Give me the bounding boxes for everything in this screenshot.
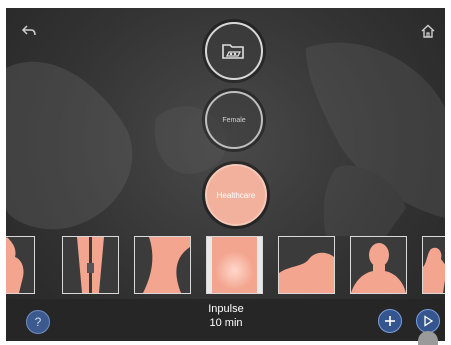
thumb-reclining[interactable] bbox=[278, 236, 335, 294]
plus-icon bbox=[385, 316, 395, 326]
thumb-body-pose[interactable] bbox=[6, 236, 35, 294]
thumb-partial[interactable] bbox=[422, 236, 445, 294]
body-silhouette-icon bbox=[6, 237, 34, 293]
touch-indicator bbox=[418, 331, 438, 345]
abdomen-icon bbox=[207, 237, 262, 293]
home-button[interactable] bbox=[417, 20, 439, 42]
help-button[interactable]: ? bbox=[26, 310, 50, 334]
waist-icon bbox=[135, 237, 190, 293]
folder-category-button[interactable] bbox=[205, 22, 263, 80]
thumb-abdomen[interactable] bbox=[206, 236, 263, 294]
program-name: Inpulse bbox=[208, 303, 244, 315]
folder-icon bbox=[222, 44, 244, 59]
help-label: ? bbox=[34, 315, 42, 329]
thumb-zipper[interactable] bbox=[62, 236, 119, 294]
play-button[interactable] bbox=[416, 309, 440, 333]
home-icon bbox=[421, 24, 435, 38]
play-icon bbox=[424, 315, 434, 327]
reclining-body-icon bbox=[279, 237, 334, 293]
app-screen: Female Healthcare ? Inpulse 10 min bbox=[6, 8, 445, 341]
back-arrow-icon bbox=[21, 25, 36, 36]
healthcare-category-button[interactable]: Healthcare bbox=[205, 164, 267, 226]
add-button[interactable] bbox=[378, 309, 402, 333]
head-shoulders-icon bbox=[351, 237, 406, 293]
program-thumbnail-strip[interactable] bbox=[6, 236, 445, 294]
thumb-head-shoulders[interactable] bbox=[350, 236, 407, 294]
back-button[interactable] bbox=[18, 20, 40, 42]
female-label: Female bbox=[222, 116, 246, 124]
bottom-control-bar: ? Inpulse 10 min bbox=[6, 299, 445, 341]
female-category-button[interactable]: Female bbox=[205, 91, 263, 149]
zipper-icon bbox=[63, 237, 118, 293]
healthcare-label: Healthcare bbox=[216, 190, 256, 200]
partial-figure-icon bbox=[423, 237, 445, 293]
program-duration: 10 min bbox=[209, 317, 243, 329]
thumb-waist[interactable] bbox=[134, 236, 191, 294]
